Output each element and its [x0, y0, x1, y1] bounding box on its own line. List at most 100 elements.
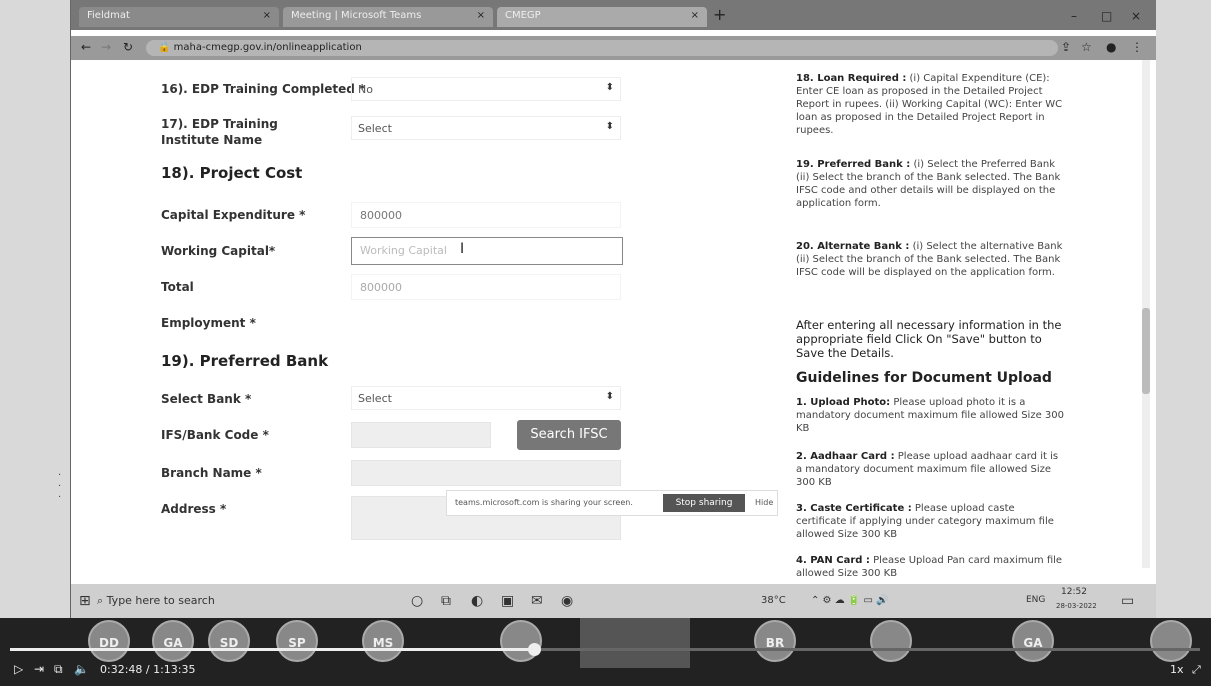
- lock-icon: 🔒: [158, 42, 174, 53]
- close-icon[interactable]: ×: [263, 10, 271, 21]
- task-view-icon[interactable]: ⧉: [441, 593, 451, 609]
- participant-avatar: SP: [276, 620, 318, 662]
- browser-tab[interactable]: Fieldmat ×: [79, 7, 279, 27]
- notification-icon[interactable]: ▭: [1121, 593, 1134, 609]
- guideline-pan: 4. PAN Card : Please Upload Pan card max…: [796, 554, 1066, 580]
- new-tab-icon[interactable]: +: [713, 5, 726, 24]
- url-field[interactable]: 🔒 maha-cmegp.gov.in/onlineapplication: [146, 40, 1058, 56]
- guideline-head: 2. Aadhaar Card :: [796, 451, 895, 462]
- forward-icon[interactable]: →: [101, 40, 111, 54]
- guideline-head: 18. Loan Required :: [796, 73, 907, 84]
- guideline-head: 19. Preferred Bank :: [796, 159, 911, 170]
- edp-training-select[interactable]: No ⬍: [351, 77, 621, 101]
- total-input: 800000: [351, 274, 621, 300]
- playback-speed[interactable]: 1x: [1170, 663, 1184, 676]
- progress-fill: [10, 648, 534, 651]
- cortana-icon[interactable]: ○: [411, 593, 423, 609]
- profile-icon[interactable]: ●: [1106, 40, 1116, 54]
- hide-link[interactable]: Hide: [755, 498, 773, 507]
- menu-icon[interactable]: ⋮: [1131, 40, 1143, 54]
- captions-icon[interactable]: ⧉: [54, 662, 63, 677]
- participant-avatar: MS: [362, 620, 404, 662]
- select-value: Select: [358, 392, 392, 405]
- close-window-icon[interactable]: ×: [1131, 9, 1141, 23]
- bookmark-star-icon[interactable]: ☆: [1081, 40, 1092, 54]
- working-capital-input[interactable]: Working Capital I: [351, 237, 623, 265]
- url-text: maha-cmegp.gov.in/onlineapplication: [173, 42, 362, 53]
- save-note: After entering all necessary information…: [796, 318, 1062, 360]
- video-time: 0:32:48 / 1:13:35: [100, 663, 196, 676]
- store-icon[interactable]: ▣: [501, 593, 514, 609]
- shared-screen: Fieldmat × Meeting | Microsoft Teams × CME…: [70, 0, 1156, 618]
- placeholder-text: Working Capital: [360, 244, 447, 257]
- skip-icon[interactable]: ⇥: [34, 662, 44, 676]
- dropdown-arrow-icon: ⬍: [605, 121, 614, 132]
- close-icon[interactable]: ×: [477, 10, 485, 21]
- guideline-upload-photo: 1. Upload Photo: Please upload photo it …: [796, 396, 1066, 435]
- search-icon: ⌕: [97, 594, 107, 607]
- guideline-head: 20. Alternate Bank :: [796, 241, 910, 252]
- select-bank-select[interactable]: Select ⬍: [351, 386, 621, 410]
- close-icon[interactable]: ×: [691, 10, 699, 21]
- mail-icon[interactable]: ✉: [531, 593, 543, 609]
- minimize-icon[interactable]: –: [1071, 9, 1077, 23]
- participant-avatar: SD: [208, 620, 250, 662]
- search-ifsc-button[interactable]: Search IFSC: [517, 420, 621, 450]
- reload-icon[interactable]: ↻: [123, 40, 133, 54]
- participant-avatar: BR: [754, 620, 796, 662]
- address-label: Address *: [161, 502, 227, 516]
- edp-institute-label: 17). EDP Training Institute Name: [161, 117, 278, 147]
- clock-date: 28-03-2022: [1056, 602, 1097, 610]
- guidelines-panel: 18. Loan Required : (i) Capital Expendit…: [781, 60, 1141, 579]
- maximize-icon[interactable]: □: [1101, 9, 1112, 23]
- section-project-cost: 18). Project Cost: [161, 164, 303, 182]
- guideline-head: 3. Caste Certificate :: [796, 503, 912, 514]
- share-icon[interactable]: ⇪: [1061, 40, 1071, 54]
- clock-time: 12:52: [1061, 587, 1087, 597]
- browser-tab-active[interactable]: CMEGP ×: [497, 7, 707, 27]
- chrome-icon[interactable]: ◉: [561, 593, 573, 609]
- participant-avatar: GA: [1012, 620, 1054, 662]
- guideline-aadhaar: 2. Aadhaar Card : Please upload aadhaar …: [796, 450, 1066, 489]
- select-value: No: [358, 83, 373, 96]
- edge-icon[interactable]: ◐: [471, 593, 483, 609]
- document-upload-title: Guidelines for Document Upload: [796, 370, 1052, 386]
- volume-icon[interactable]: 🔈: [74, 662, 89, 676]
- section-preferred-bank: 19). Preferred Bank: [161, 352, 329, 370]
- tab-label: Meeting | Microsoft Teams: [291, 10, 422, 21]
- screen-share-bar: teams.microsoft.com is sharing your scre…: [446, 490, 778, 516]
- capital-expenditure-input[interactable]: 800000: [351, 202, 621, 228]
- participant-avatar: [1150, 620, 1192, 662]
- search-placeholder: Type here to search: [106, 594, 215, 607]
- branch-name-input[interactable]: [351, 460, 621, 486]
- total-label: Total: [161, 280, 194, 294]
- participant-avatar: GA: [152, 620, 194, 662]
- progress-knob[interactable]: [527, 643, 541, 656]
- browser-tab-bar: Fieldmat × Meeting | Microsoft Teams × CME…: [71, 0, 1156, 30]
- select-bank-label: Select Bank *: [161, 392, 252, 406]
- tray-icons[interactable]: ⌃ ⚙ ☁ 🔋 ▭ 🔊: [811, 595, 889, 606]
- video-player-bar: DD GA SD SP MS BR GA ▷ ⇥ ⧉ 🔈 0:32:48 / 1…: [0, 618, 1211, 686]
- play-icon[interactable]: ▷: [14, 662, 23, 676]
- scrollbar-thumb[interactable]: [1142, 308, 1150, 394]
- back-icon[interactable]: ←: [81, 40, 91, 54]
- branch-name-label: Branch Name *: [161, 466, 262, 480]
- edp-training-label: 16). EDP Training Completed *: [161, 82, 366, 96]
- text-cursor-icon: I: [460, 241, 465, 257]
- tab-label: CMEGP: [505, 10, 541, 21]
- windows-start-icon[interactable]: ⊞: [79, 593, 91, 609]
- video-progress-bar[interactable]: [10, 643, 1200, 656]
- select-value: Select: [358, 122, 392, 135]
- participant-video-tile: [580, 618, 690, 668]
- fullscreen-icon[interactable]: ⤢: [1192, 663, 1201, 677]
- taskbar-search[interactable]: ⌕ Type here to search: [97, 592, 377, 610]
- windows-taskbar: ⊞ ⌕ Type here to search ○ ⧉ ◐ ▣ ✉ ◉ 38°C…: [71, 584, 1156, 618]
- capital-expenditure-label: Capital Expenditure *: [161, 208, 306, 222]
- address-bar: ← → ↻ 🔒 maha-cmegp.gov.in/onlineapplicat…: [71, 36, 1156, 60]
- stop-sharing-button[interactable]: Stop sharing: [663, 494, 745, 512]
- page-scrollbar[interactable]: [1142, 60, 1150, 568]
- edp-institute-select[interactable]: Select ⬍: [351, 116, 621, 140]
- sharing-text: teams.microsoft.com is sharing your scre…: [455, 498, 633, 507]
- browser-tab[interactable]: Meeting | Microsoft Teams ×: [283, 7, 493, 27]
- ifsc-input[interactable]: [351, 422, 491, 448]
